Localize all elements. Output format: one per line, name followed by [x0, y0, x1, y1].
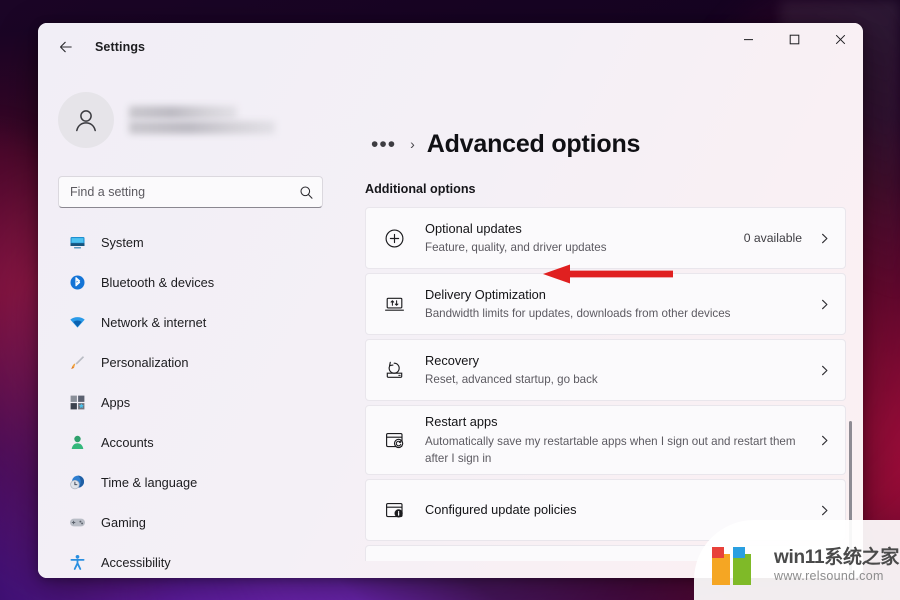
monitor-icon [68, 234, 86, 252]
desktop: Settings Find a setting System Bluetooth… [0, 0, 900, 600]
row-title: Restart apps [425, 414, 498, 429]
chevron-right-icon [818, 504, 831, 517]
app-title: Settings [95, 39, 146, 54]
sidebar-item-label: Accounts [101, 435, 154, 450]
section-label: Additional options [365, 182, 476, 196]
chevron-right-icon [818, 364, 831, 377]
sidebar-item-system[interactable]: System [55, 226, 346, 259]
row-subtitle: Bandwidth limits for updates, downloads … [425, 307, 731, 321]
row-text: Recovery Reset, advanced startup, go bac… [425, 345, 802, 396]
window-controls [725, 23, 863, 70]
restart-apps-icon [383, 429, 405, 451]
update-policies-icon [383, 499, 405, 521]
breadcrumb: ••• › Advanced options [365, 126, 863, 162]
sidebar-item-label: Gaming [101, 515, 146, 530]
person-icon [68, 434, 86, 452]
sidebar-item-accessibility[interactable]: Accessibility [55, 546, 346, 578]
row-text: Delivery Optimization Bandwidth limits f… [425, 279, 802, 330]
row-configured-update-policies[interactable]: Configured update policies [365, 479, 846, 542]
chevron-right-icon [818, 232, 831, 245]
search-input[interactable] [58, 176, 323, 208]
delivery-optimization-icon [383, 293, 405, 315]
sidebar-item-label: Accessibility [101, 555, 171, 570]
sidebar-item-accounts[interactable]: Accounts [55, 426, 346, 459]
plus-circle-icon [383, 227, 405, 249]
apps-grid-icon [68, 394, 86, 412]
accessibility-icon [68, 554, 86, 572]
recovery-icon [383, 359, 405, 381]
window-body: System Bluetooth & devices [38, 70, 863, 578]
sidebar-item-label: System [101, 235, 144, 250]
breadcrumb-overflow-button[interactable]: ••• [365, 131, 402, 158]
minimize-icon [743, 38, 753, 40]
sidebar-item-gaming[interactable]: Gaming [55, 506, 346, 539]
row-text: Configured update policies [425, 494, 802, 527]
settings-card-list: Optional updates Feature, quality, and d… [365, 207, 846, 562]
sidebar-item-personalization[interactable]: Personalization [55, 346, 346, 379]
row-text: Optional updates Feature, quality, and d… [425, 213, 730, 264]
page-title: Advanced options [426, 129, 641, 158]
breadcrumb-separator-icon: › [410, 136, 415, 152]
row-restart-apps[interactable]: Restart apps Automatically save my resta… [365, 405, 846, 476]
avatar [58, 92, 114, 148]
sidebar-nav: System Bluetooth & devices Network & int… [55, 226, 346, 578]
redaction-bar-email [129, 121, 275, 134]
sidebar-item-bluetooth-devices[interactable]: Bluetooth & devices [55, 266, 346, 299]
minimize-button[interactable] [725, 23, 771, 55]
search-box[interactable] [58, 176, 323, 208]
account-profile[interactable] [58, 88, 346, 152]
row-meta: 0 available [743, 231, 802, 245]
back-button[interactable] [49, 31, 83, 62]
scrollbar-thumb[interactable] [849, 421, 852, 578]
content-scrollbar[interactable] [845, 76, 856, 578]
sidebar-item-apps[interactable]: Apps [55, 386, 346, 419]
sidebar-item-label: Network & internet [101, 315, 207, 330]
settings-window: Settings Find a setting System Bluetooth… [38, 23, 863, 578]
chevron-right-icon [818, 434, 831, 447]
row-recovery[interactable]: Recovery Reset, advanced startup, go bac… [365, 339, 846, 401]
gamepad-icon [68, 514, 86, 532]
row-title: Configured update policies [425, 502, 577, 518]
row-subtitle: Feature, quality, and driver updates [425, 241, 607, 255]
sidebar-item-label: Personalization [101, 355, 189, 370]
sidebar-item-time-language[interactable]: Time & language [55, 466, 346, 499]
sidebar-item-network-internet[interactable]: Network & internet [55, 306, 346, 339]
redaction-bar-name [129, 106, 237, 119]
row-delivery-optimization[interactable]: Delivery Optimization Bandwidth limits f… [365, 273, 846, 335]
close-button[interactable] [817, 23, 863, 55]
row-title: Recovery [425, 352, 480, 368]
main-content: ••• › Advanced options Additional option… [358, 70, 863, 578]
clock-globe-icon [68, 474, 86, 492]
sidebar-item-label: Apps [101, 395, 131, 410]
row-optional-updates[interactable]: Optional updates Feature, quality, and d… [365, 207, 846, 269]
sidebar-item-label: Bluetooth & devices [101, 275, 215, 290]
row-title: Optional updates [425, 220, 522, 236]
row-subtitle: Automatically save my restartable apps w… [425, 434, 796, 465]
maximize-icon [789, 34, 799, 44]
sidebar: System Bluetooth & devices [38, 70, 358, 578]
row-subtitle: Reset, advanced startup, go back [425, 373, 598, 387]
sidebar-item-label: Time & language [101, 475, 198, 490]
person-avatar-icon [76, 110, 96, 132]
row-title: Delivery Optimization [425, 286, 546, 302]
account-name-redacted [129, 106, 275, 134]
maximize-button[interactable] [771, 23, 817, 55]
chevron-right-icon [818, 298, 831, 311]
row-text: Restart apps Automatically save my resta… [425, 406, 802, 474]
title-bar: Settings [38, 23, 863, 70]
paintbrush-icon [68, 354, 86, 372]
row-next-partial[interactable] [365, 545, 846, 562]
close-icon [835, 34, 845, 44]
arrow-left-icon [60, 41, 72, 52]
bluetooth-icon [68, 274, 86, 292]
wifi-icon [68, 314, 86, 332]
